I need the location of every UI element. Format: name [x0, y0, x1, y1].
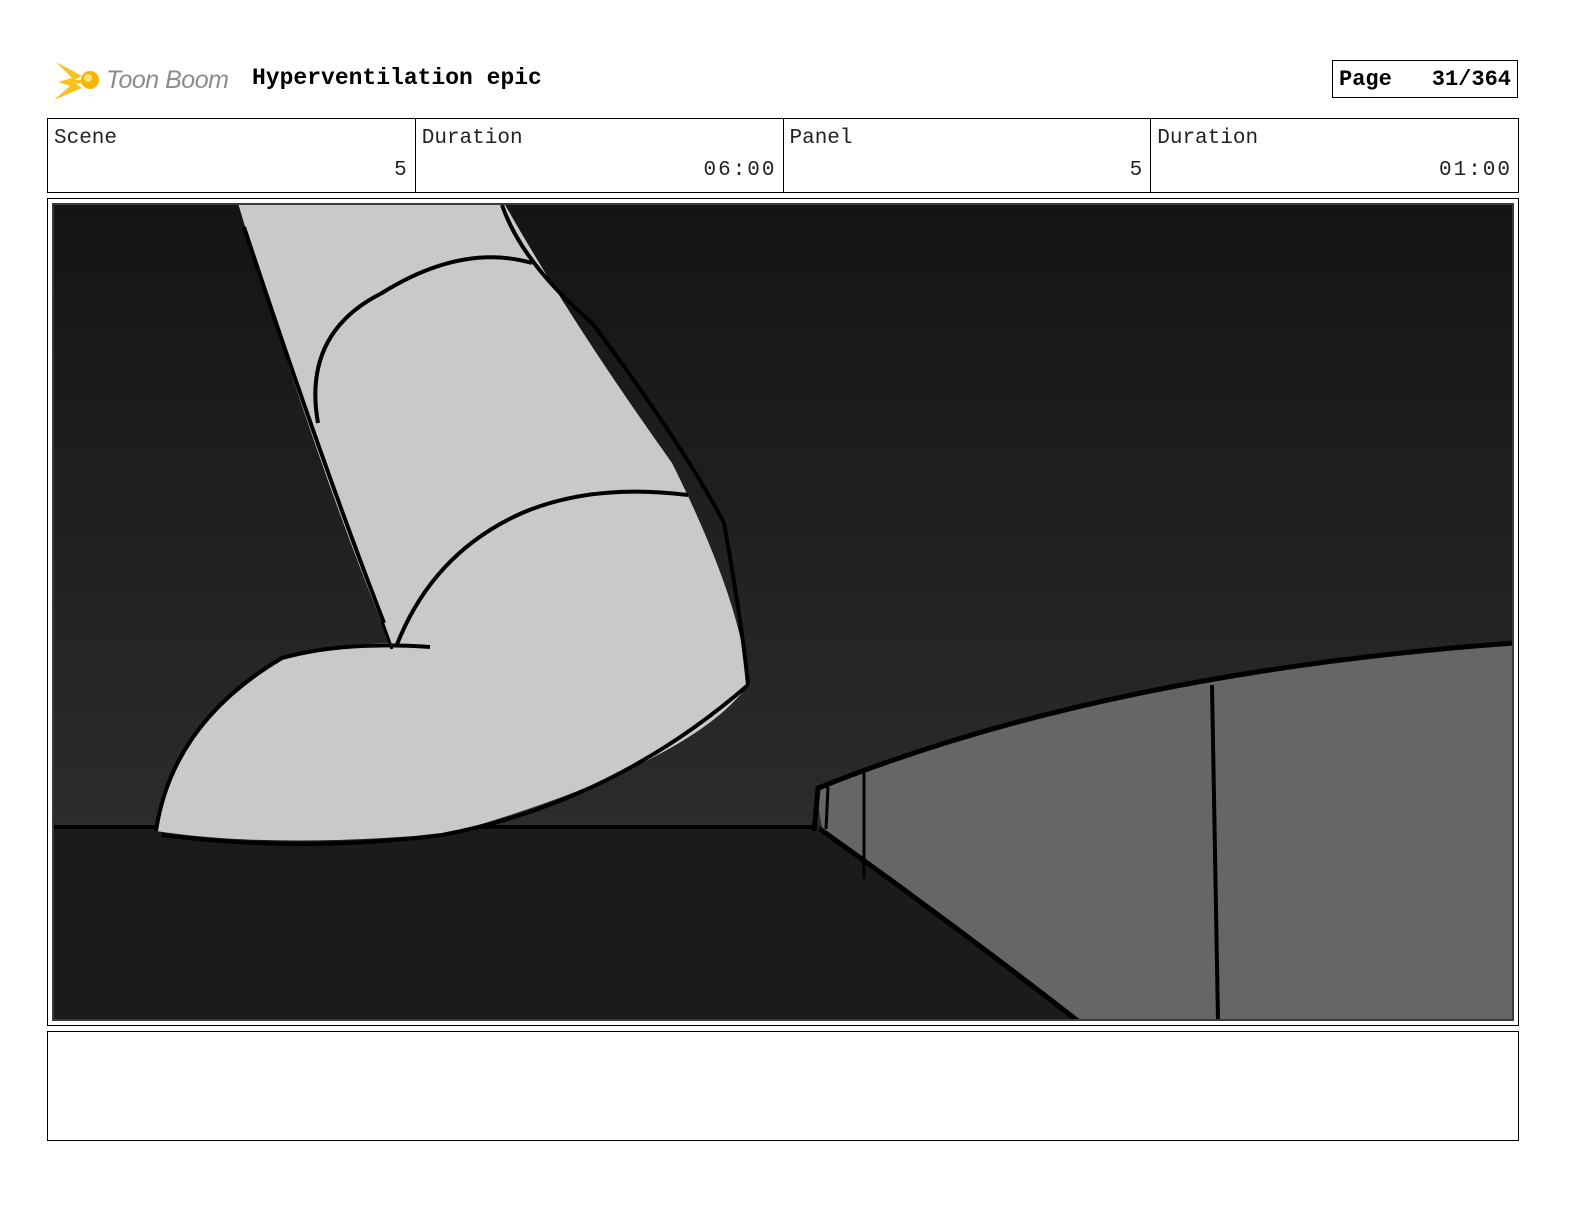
page-indicator: Page 31/364	[1332, 60, 1518, 98]
right-object-seam-1	[824, 786, 830, 830]
toon-boom-logo: Toon Boom	[52, 56, 242, 104]
scene-duration-label: Duration	[421, 127, 523, 150]
scene-cell: Scene 5	[48, 119, 416, 192]
starburst-icon	[54, 62, 99, 100]
page-header: Toon Boom Hyperventilation epic Page 31/…	[48, 52, 1518, 108]
scene-label: Scene	[54, 127, 118, 150]
panel-value: 5	[1129, 159, 1145, 182]
panel-duration-value: 01:00	[1438, 159, 1512, 182]
storyboard-panel	[47, 198, 1519, 1026]
panel-drawing	[52, 203, 1514, 1021]
scene-duration-value: 06:00	[703, 159, 777, 182]
panel-label: Panel	[789, 127, 853, 150]
scene-info-table: Scene 5 Duration 06:00 Panel 5 Duration …	[47, 118, 1519, 193]
panel-cell: Panel 5	[784, 119, 1152, 192]
logo-text: Toon Boom	[106, 65, 229, 94]
panel-duration-label: Duration	[1157, 127, 1259, 150]
scene-duration-cell: Duration 06:00	[416, 119, 784, 192]
scene-value: 5	[394, 159, 409, 182]
page-label: Page	[1339, 66, 1392, 92]
panel-duration-cell: Duration 01:00	[1151, 119, 1518, 192]
notes-box	[47, 1031, 1519, 1141]
project-title: Hyperventilation epic	[252, 65, 542, 91]
page-number: 31/364	[1431, 66, 1511, 92]
